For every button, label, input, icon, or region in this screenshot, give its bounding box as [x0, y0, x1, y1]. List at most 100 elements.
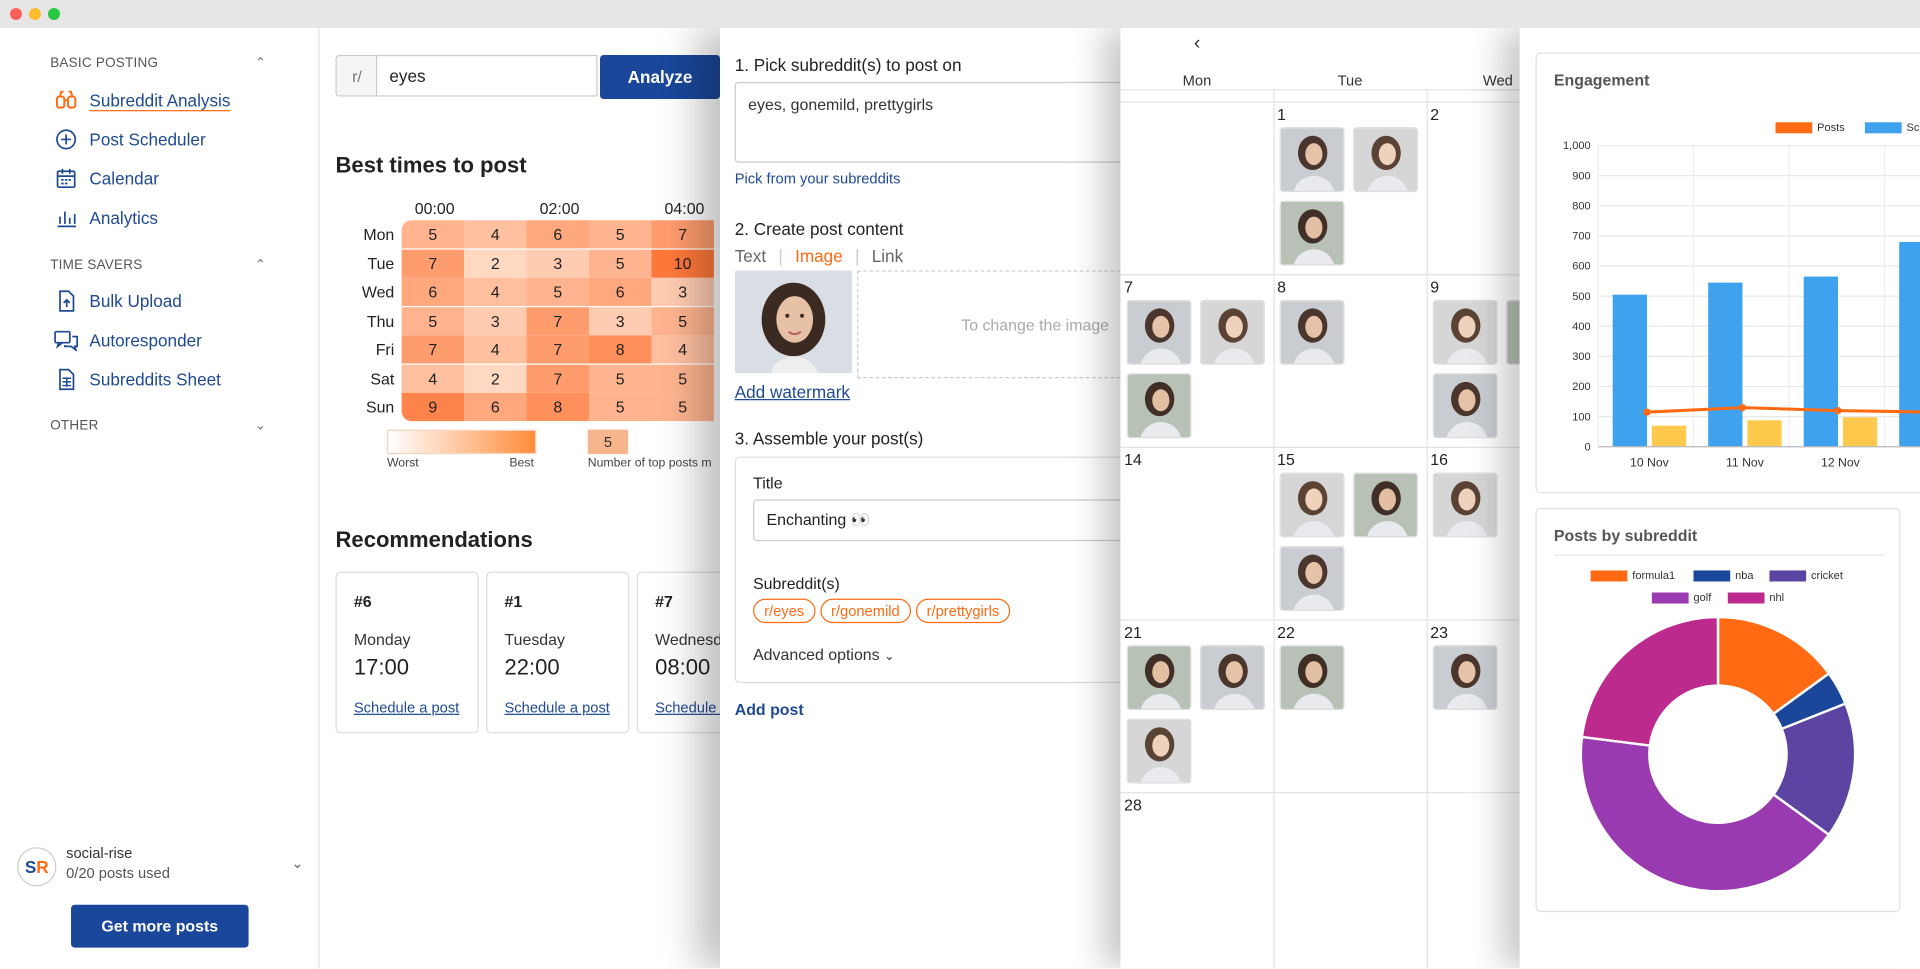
scheduled-post-thumbnail[interactable]: [1126, 645, 1192, 711]
section-time-savers: TIME SAVERS: [50, 258, 143, 273]
scheduled-post-thumbnail[interactable]: [1279, 545, 1345, 611]
chevron-down-icon: ⌄: [884, 650, 895, 664]
heatmap-cell: 5: [588, 364, 652, 393]
y-tick-label: 300: [1572, 351, 1590, 363]
get-more-posts-button[interactable]: Get more posts: [71, 904, 249, 948]
tab-separator: |: [778, 245, 783, 266]
bar-secondary: [1651, 425, 1687, 447]
bar-sc: [1708, 282, 1743, 447]
scheduled-post-thumbnail[interactable]: [1279, 472, 1345, 538]
recommendation-time: 22:00: [504, 654, 560, 680]
add-post-link[interactable]: Add post: [735, 700, 804, 718]
chevron-down-icon[interactable]: ⌄: [255, 417, 266, 434]
chevron-left-icon[interactable]: ‹: [1194, 33, 1201, 55]
scheduled-post-thumbnail[interactable]: [1126, 718, 1192, 784]
tab-link[interactable]: Link: [872, 246, 903, 266]
heatmap-cell: 6: [401, 277, 465, 306]
scheduled-post-thumbnail[interactable]: [1279, 299, 1345, 365]
y-tick-label: 100: [1572, 411, 1590, 423]
legend-worst-label: Worst: [386, 456, 419, 471]
sidebar-item-subreddit-analysis[interactable]: Subreddit Analysis: [54, 87, 231, 114]
y-tick-label: 0: [1584, 441, 1590, 453]
calendar-grid-line: [1120, 101, 1525, 103]
heatmap-cell: 7: [526, 335, 589, 364]
title-label: Title: [753, 473, 783, 493]
sidebar-item-post-scheduler[interactable]: Post Scheduler: [54, 126, 206, 153]
bar-chart-icon: [54, 206, 78, 230]
sidebar-item-label: Subreddit Analysis: [89, 90, 231, 111]
posts-donut-chart: [1579, 615, 1857, 893]
close-window-button[interactable]: [10, 8, 22, 20]
calendar-grid-line: [1120, 619, 1525, 621]
pick-subreddits-link[interactable]: Pick from your subreddits: [735, 170, 901, 187]
account-usage: 0/20 posts used: [66, 864, 170, 882]
chevron-up-icon[interactable]: ⌃: [255, 55, 266, 71]
tab-image[interactable]: Image: [795, 246, 843, 266]
minimize-window-button[interactable]: [29, 8, 41, 20]
chevron-up-icon[interactable]: ⌃: [255, 257, 266, 273]
scheduled-post-thumbnail[interactable]: [1432, 472, 1498, 538]
heatmap-cell: 2: [464, 249, 527, 278]
scheduled-post-thumbnail[interactable]: [1279, 127, 1345, 193]
heatmap-cell: 8: [526, 392, 589, 422]
y-tick-label: 200: [1572, 381, 1590, 393]
step2-heading: 2. Create post content: [734, 219, 904, 239]
scheduled-post-thumbnail[interactable]: [1279, 200, 1345, 266]
posts-point: [1738, 403, 1747, 412]
chevron-down-icon[interactable]: ⌄: [291, 855, 303, 872]
sidebar-item-subreddits-sheet[interactable]: Subreddits Sheet: [54, 366, 221, 393]
calendar-grid-line: [1120, 89, 1525, 91]
subreddit-chip[interactable]: r/eyes: [753, 598, 816, 624]
subreddit-chip[interactable]: r/gonemild: [820, 598, 911, 624]
y-tick-label: 500: [1572, 291, 1590, 303]
sidebar: BASIC POSTING ⌃ Subreddit Analysis Post …: [0, 28, 320, 969]
scheduled-post-thumbnail[interactable]: [1353, 127, 1418, 193]
hour-label: 04:00: [664, 199, 705, 218]
day-label: Fri: [375, 340, 395, 359]
day-label: Sat: [370, 369, 395, 388]
sidebar-item-label: Post Scheduler: [89, 129, 206, 150]
analyze-button[interactable]: Analyze: [600, 54, 721, 100]
maximize-window-button[interactable]: [48, 8, 60, 20]
bar-secondary: [1842, 417, 1878, 447]
subreddit-chip[interactable]: r/prettygirls: [915, 598, 1011, 624]
sidebar-item-autoresponder[interactable]: Autoresponder: [54, 327, 202, 354]
posts-line: [1646, 406, 1920, 414]
post-image-thumbnail[interactable]: [734, 270, 853, 374]
heatmap-cell: 10: [651, 249, 714, 278]
y-tick-label: 800: [1572, 200, 1590, 212]
scheduled-post-thumbnail[interactable]: [1126, 299, 1192, 365]
tab-text[interactable]: Text: [735, 246, 766, 266]
heatmap-cell: 5: [526, 277, 589, 306]
schedule-post-link[interactable]: Schedule a post: [354, 699, 459, 716]
x-tick-label: 10 Nov: [1630, 455, 1670, 469]
recommendation-day: Monday: [353, 630, 411, 649]
scheduled-post-thumbnail[interactable]: [1200, 645, 1265, 711]
calendar-date: 22: [1277, 623, 1295, 642]
scheduled-post-thumbnail[interactable]: [1432, 645, 1498, 711]
sidebar-item-calendar[interactable]: Calendar: [54, 165, 159, 192]
scheduled-post-thumbnail[interactable]: [1353, 472, 1418, 538]
legend-best-label: Best: [509, 456, 534, 471]
sidebar-item-bulk-upload[interactable]: Bulk Upload: [54, 288, 182, 315]
image-dropzone[interactable]: To change the image: [857, 270, 1127, 379]
schedule-post-link[interactable]: Schedule a post: [504, 699, 609, 716]
scheduled-post-thumbnail[interactable]: [1279, 645, 1345, 711]
sidebar-item-analytics[interactable]: Analytics: [54, 204, 158, 231]
scheduled-post-thumbnail[interactable]: [1432, 299, 1498, 365]
account-switcher[interactable]: SR social-rise 0/20 posts used ⌄: [17, 845, 311, 894]
subreddit-search-input[interactable]: eyes: [375, 54, 598, 97]
advanced-options-toggle[interactable]: Advanced options ⌄: [753, 645, 894, 663]
sidebar-item-label: Autoresponder: [89, 330, 202, 351]
calendar-date: 14: [1124, 450, 1142, 469]
scheduled-post-thumbnail[interactable]: [1200, 299, 1265, 365]
scheduled-post-thumbnail[interactable]: [1432, 373, 1498, 439]
scheduled-post-thumbnail[interactable]: [1126, 373, 1192, 439]
heatmap-cell: 6: [464, 392, 527, 422]
add-watermark-link[interactable]: Add watermark: [735, 382, 850, 402]
weekday-header: Mon: [1182, 72, 1212, 90]
recommendation-card: #1 Tuesday 22:00 Schedule a post: [486, 571, 630, 734]
subreddit-chips: r/eyes r/gonemild r/prettygirls: [753, 598, 1015, 624]
subreddits-textarea[interactable]: eyes, gonemild, prettygirls: [734, 81, 1127, 163]
post-title-input[interactable]: Enchanting 👀: [753, 499, 1133, 542]
